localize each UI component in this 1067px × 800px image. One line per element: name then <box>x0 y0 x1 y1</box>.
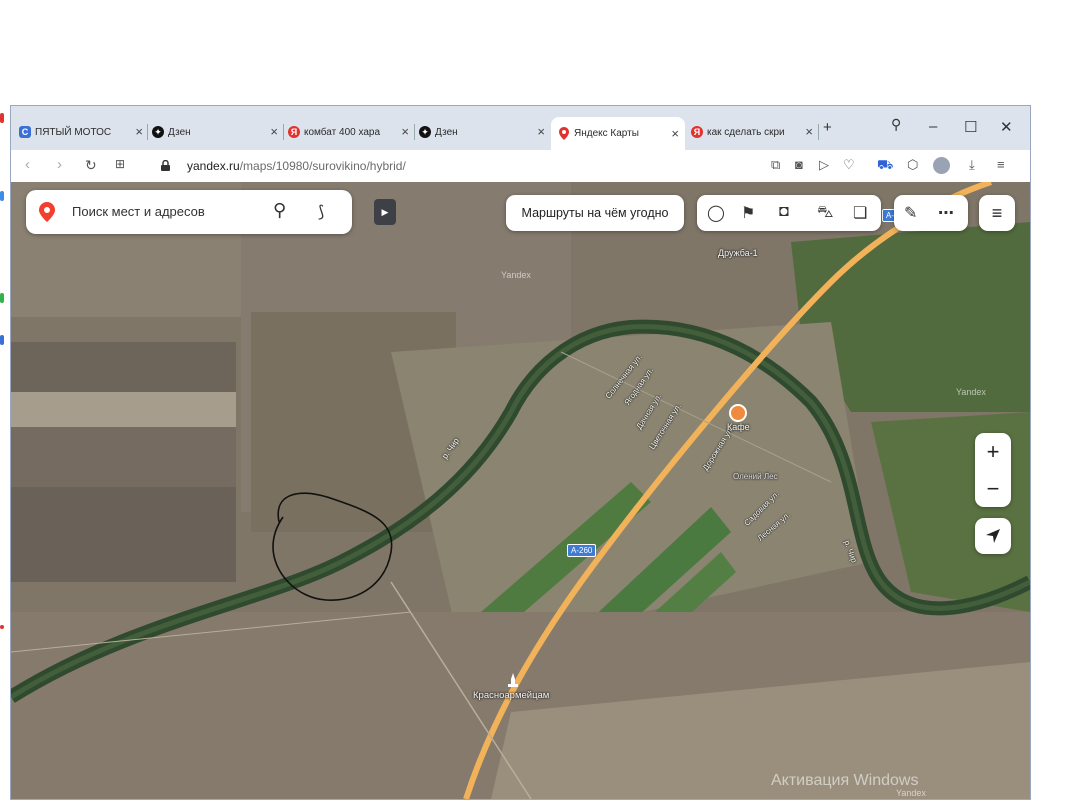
hamburger-icon: ≡ <box>991 202 1003 223</box>
tab-favicon: Я <box>288 126 300 138</box>
zoom-out-button[interactable]: − <box>975 470 1011 507</box>
more-icon[interactable]: ⋯ <box>938 203 954 223</box>
grid-icon[interactable]: ⊞ <box>115 157 125 171</box>
tab-label: Яндекс Карты <box>574 128 639 139</box>
strip-marker <box>0 335 4 345</box>
windows-activation-watermark: Активация Windows <box>771 772 919 789</box>
tab-label: Дзен <box>168 126 191 138</box>
place-label[interactable]: Олений Лес <box>733 472 778 481</box>
close-icon[interactable]: × <box>805 124 813 139</box>
panorama-icon[interactable]: ⚑ <box>741 203 755 223</box>
address-bar: ‹ › ↻ ⊞ yandex.ru/maps/10980/surovikino/… <box>11 150 1030 183</box>
close-icon[interactable]: × <box>537 124 545 139</box>
expand-panel-button[interactable]: ▶ <box>374 199 396 225</box>
cafe-label: Кафе <box>727 422 750 432</box>
dzen-icon: ✦ <box>152 126 164 138</box>
settings-icon[interactable]: ≡ <box>997 157 1005 172</box>
yandex-watermark: Yandex <box>956 387 986 397</box>
cafe-icon <box>729 404 747 422</box>
zoom-in-button[interactable]: + <box>975 433 1011 470</box>
new-tab-button[interactable]: + <box>823 119 832 136</box>
screenshot-icon[interactable]: ◙ <box>795 157 803 172</box>
tab-separator <box>818 124 819 140</box>
search-icon[interactable]: ⚲ <box>273 200 286 221</box>
close-icon[interactable]: × <box>135 124 143 139</box>
reader-icon[interactable]: ⧉ <box>771 157 780 173</box>
transit-icon[interactable]: ⛍ <box>817 203 834 223</box>
tab-0[interactable]: C ПЯТЫЙ МОТОС × <box>19 119 147 145</box>
tab-label: Дзен <box>435 126 458 138</box>
lock-icon <box>161 160 170 171</box>
forward-icon[interactable]: › <box>57 156 62 173</box>
strip-marker <box>0 113 4 123</box>
tab-separator <box>147 124 148 140</box>
yandex-maps-pin-icon <box>39 202 55 222</box>
tab-3[interactable]: ✦ Дзен × <box>419 119 549 145</box>
tab-2[interactable]: Я комбат 400 хара × <box>288 119 413 145</box>
tab-5[interactable]: Я как сделать скри × <box>691 119 817 145</box>
share-icon[interactable]: ▷ <box>819 157 829 173</box>
favorite-icon[interactable]: ♡ <box>843 157 855 173</box>
yandex-watermark: Yandex <box>501 270 531 280</box>
strip-marker <box>0 191 4 201</box>
layers-icon[interactable]: ❏ <box>853 203 867 223</box>
url-path: /maps/10980/surovikino/hybrid/ <box>239 159 406 173</box>
browser-window: C ПЯТЫЙ МОТОС × ✦ Дзен × Я комбат 400 ха… <box>10 105 1031 800</box>
close-icon[interactable]: × <box>401 124 409 139</box>
url-host: yandex.ru <box>187 159 240 173</box>
zoom-controls: + − <box>975 433 1011 507</box>
strip-marker <box>0 625 4 629</box>
routes-button[interactable]: Маршруты на чём угодно <box>506 195 684 231</box>
tab-1[interactable]: ✦ Дзен × <box>152 119 282 145</box>
ruler-icon[interactable]: ✎ <box>904 203 917 223</box>
maximize-button[interactable]: ☐ <box>964 118 977 136</box>
locate-me-button[interactable] <box>975 518 1011 554</box>
tab-favicon: Я <box>691 126 703 138</box>
back-icon[interactable]: ‹ <box>25 156 30 173</box>
avatar[interactable] <box>933 157 950 174</box>
tab-bar: C ПЯТЫЙ МОТОС × ✦ Дзен × Я комбат 400 ха… <box>11 106 1030 150</box>
search-tabs-icon[interactable]: ⚲ <box>891 116 901 133</box>
tab-label: ПЯТЫЙ МОТОС <box>35 126 112 138</box>
traffic-icon[interactable]: ◯ <box>707 203 725 223</box>
map-tools-toolbar: ✎ ⋯ <box>894 195 968 231</box>
road-number-badge: А-260 <box>567 544 597 557</box>
cart-icon[interactable]: ⛟ <box>877 157 893 175</box>
box-icon[interactable]: ⬡ <box>907 157 918 173</box>
tab-4-active[interactable]: Яндекс Карты × <box>551 117 685 150</box>
monument-icon[interactable] <box>507 673 519 687</box>
navigation-arrow-icon <box>986 529 1000 543</box>
download-icon[interactable]: ⤓ <box>969 157 975 173</box>
menu-button[interactable]: ≡ <box>979 195 1015 231</box>
route-icon[interactable]: ⟆ <box>318 202 324 222</box>
map-layers-toolbar: ◯ ⚑ ◘ ⛍ ❏ <box>697 195 881 231</box>
close-icon[interactable]: × <box>270 124 278 139</box>
search-input[interactable] <box>70 203 274 220</box>
url-field[interactable]: yandex.ru/maps/10980/surovikino/hybrid/ <box>187 159 406 173</box>
camera-icon[interactable]: ◘ <box>779 203 789 221</box>
map-view[interactable]: Дружба-1 Yandex Yandex Yandex Олений Лес… <box>11 182 1030 799</box>
map-pin-icon <box>559 127 569 140</box>
tab-separator <box>283 124 284 140</box>
place-label[interactable]: Красноармейцам <box>473 690 549 701</box>
place-label[interactable]: Дружба-1 <box>718 248 758 258</box>
search-box: ⚲ ⟆ <box>26 190 352 234</box>
strip-marker <box>0 293 4 303</box>
dzen-icon: ✦ <box>419 126 431 138</box>
minimize-button[interactable]: – <box>929 118 937 135</box>
background-window-strip <box>0 105 10 800</box>
tab-label: комбат 400 хара <box>304 126 381 138</box>
close-icon[interactable]: × <box>671 126 679 141</box>
window-close-button[interactable]: ✕ <box>1000 118 1013 136</box>
reload-icon[interactable]: ↻ <box>85 157 97 174</box>
tab-favicon: C <box>19 126 31 138</box>
tab-label: как сделать скри <box>707 126 785 138</box>
tab-separator <box>414 124 415 140</box>
